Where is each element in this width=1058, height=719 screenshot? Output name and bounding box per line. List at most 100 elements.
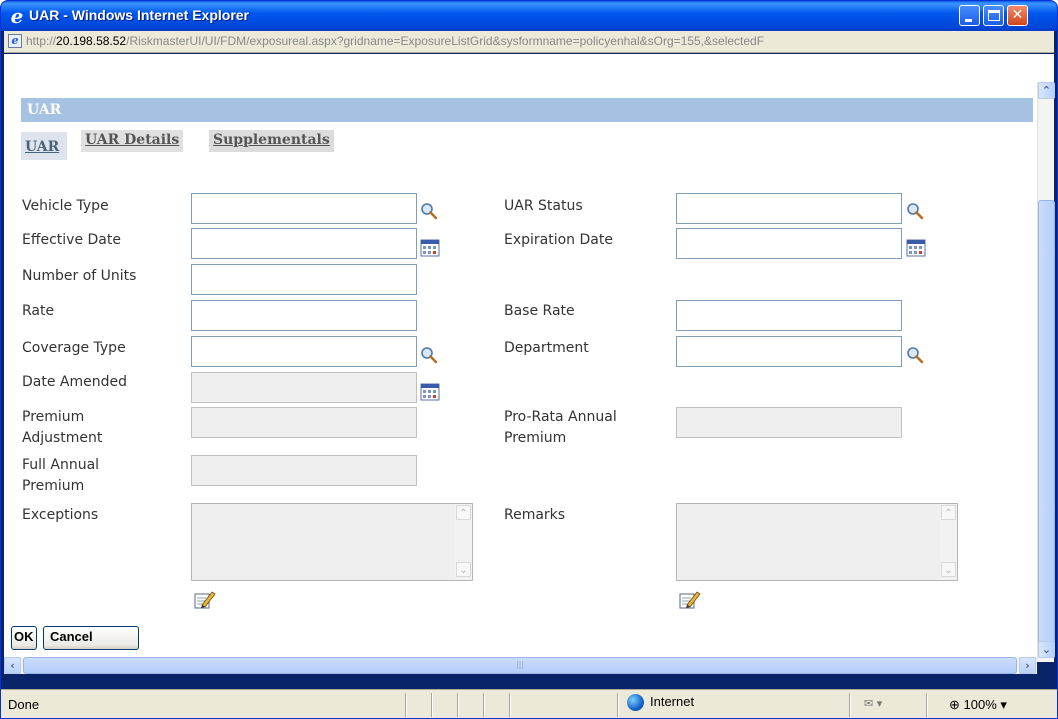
uar-status-label: UAR Status <box>504 198 583 214</box>
tab-uar[interactable]: UAR <box>21 132 67 160</box>
coverage-type-input[interactable] <box>191 336 417 367</box>
uar-status-search-icon[interactable] <box>906 202 924 220</box>
page-icon: e <box>8 34 22 48</box>
rate-input[interactable] <box>191 300 417 331</box>
minimize-icon <box>965 19 972 22</box>
window-title: UAR - Windows Internet Explorer <box>29 7 250 23</box>
remarks-edit-icon[interactable] <box>679 589 701 609</box>
ok-button[interactable]: OK <box>11 626 37 650</box>
url-path: /RiskmasterUI/UI/FDM/exposureal.aspx?gri… <box>126 34 765 48</box>
scroll-down-icon[interactable]: ⌄ <box>1038 641 1055 658</box>
zoom-control[interactable]: ⊕ 100% ▾ <box>949 697 1007 713</box>
status-separator <box>431 693 432 717</box>
remarks-scroll-up-icon[interactable]: ⌃ <box>941 505 956 520</box>
remarks-scrollbar[interactable]: ⌃ ⌄ <box>940 504 957 580</box>
globe-icon <box>627 694 644 712</box>
date-amended-calendar-icon[interactable] <box>420 383 440 401</box>
full-annual-premium-label: Full Annual Premium <box>22 457 99 495</box>
tab-uar-details[interactable]: UAR Details <box>81 130 184 152</box>
department-search-icon[interactable] <box>906 346 924 364</box>
address-bar[interactable]: e http://20.198.58.52/RiskmasterUI/UI/FD… <box>4 31 1054 53</box>
title-bar[interactable]: e UAR - Windows Internet Explorer ✕ <box>1 1 1057 31</box>
rate-label: Rate <box>22 303 55 319</box>
vehicle-type-input[interactable] <box>191 193 417 224</box>
remarks-scroll-down-icon[interactable]: ⌄ <box>941 562 956 577</box>
department-input[interactable] <box>676 336 902 367</box>
vertical-scroll-thumb[interactable] <box>1038 200 1055 656</box>
base-rate-input[interactable] <box>676 300 902 331</box>
close-icon: ✕ <box>1011 7 1024 23</box>
exceptions-scrollbar[interactable]: ⌃ ⌄ <box>455 504 472 580</box>
status-separator <box>617 693 618 717</box>
date-amended-label: Date Amended <box>22 374 127 390</box>
status-separator <box>509 693 510 717</box>
effective-date-input[interactable] <box>191 228 417 259</box>
expiration-date-input[interactable] <box>676 228 902 259</box>
exceptions-scroll-down-icon[interactable]: ⌄ <box>456 562 471 577</box>
minimize-button[interactable] <box>959 5 980 26</box>
pro-rata-annual-premium-label: Pro-Rata Annual Premium <box>504 409 617 447</box>
base-rate-label: Base Rate <box>504 303 575 319</box>
premium-adjustment-label-line2: Adjustment <box>22 430 103 446</box>
coverage-type-label: Coverage Type <box>22 340 126 356</box>
status-bar: Done Internet ✉ ▾ ⊕ 100% ▾ <box>1 689 1057 718</box>
status-separator <box>926 693 927 717</box>
number-of-units-label: Number of Units <box>22 268 137 284</box>
status-text: Done <box>8 697 40 712</box>
ie-logo-icon: e <box>10 4 24 28</box>
url-host: 20.198.58.52 <box>56 34 127 48</box>
maximize-button[interactable] <box>983 5 1004 26</box>
maximize-icon <box>988 10 1000 21</box>
browser-window: e UAR - Windows Internet Explorer ✕ e ht… <box>0 0 1058 719</box>
expiration-date-label: Expiration Date <box>504 232 613 248</box>
coverage-type-search-icon[interactable] <box>420 346 438 364</box>
status-separator <box>849 693 850 717</box>
remarks-textarea[interactable]: ⌃ ⌄ <box>676 503 958 581</box>
full-annual-premium-input <box>191 455 417 486</box>
zone-label: Internet <box>650 694 695 709</box>
scroll-up-icon[interactable]: ⌃ <box>1038 82 1055 99</box>
effective-date-label: Effective Date <box>22 232 121 248</box>
page-content: UAR UAR UAR Details Supplementals Vehicl… <box>4 54 1055 674</box>
scroll-right-icon[interactable]: › <box>1019 657 1036 674</box>
status-separator <box>405 693 406 717</box>
cancel-button[interactable]: Cancel <box>43 626 139 650</box>
date-amended-input <box>191 372 417 403</box>
vehicle-type-search-icon[interactable] <box>420 202 438 220</box>
number-of-units-input[interactable] <box>191 264 417 295</box>
section-header: UAR <box>21 98 1033 122</box>
url-prefix: http:// <box>26 34 57 48</box>
full-annual-premium-label-line2: Premium <box>22 478 85 494</box>
premium-adjustment-label-line1: Premium <box>22 409 85 425</box>
effective-date-calendar-icon[interactable] <box>420 239 440 257</box>
expiration-date-calendar-icon[interactable] <box>906 239 926 257</box>
protected-mode-icon[interactable]: ✉ ▾ <box>864 697 882 710</box>
remarks-label: Remarks <box>504 507 566 523</box>
premium-adjustment-input <box>191 407 417 438</box>
horizontal-scroll-thumb[interactable]: ||| <box>23 657 1017 674</box>
status-separator <box>483 693 484 717</box>
zoom-dropdown-icon[interactable]: ▾ <box>1000 697 1007 712</box>
status-separator <box>457 693 458 717</box>
pro-rata-annual-premium-input <box>676 407 902 438</box>
pro-rata-label-line2: Premium <box>504 430 567 446</box>
zoom-level: 100% <box>963 697 997 712</box>
full-annual-premium-label-line1: Full Annual <box>22 457 100 473</box>
zoom-icon: ⊕ <box>949 697 964 712</box>
department-label: Department <box>504 340 589 356</box>
close-button[interactable]: ✕ <box>1007 5 1028 26</box>
premium-adjustment-label: Premium Adjustment <box>22 409 102 447</box>
vehicle-type-label: Vehicle Type <box>22 198 109 214</box>
pro-rata-label-line1: Pro-Rata Annual <box>504 409 617 425</box>
tab-supplementals[interactable]: Supplementals <box>209 130 334 152</box>
vertical-scrollbar[interactable]: ⌃ ⌄ <box>1037 82 1055 662</box>
exceptions-edit-icon[interactable] <box>194 589 216 609</box>
scroll-left-icon[interactable]: ‹ <box>4 657 21 674</box>
exceptions-textarea[interactable]: ⌃ ⌄ <box>191 503 473 581</box>
exceptions-label: Exceptions <box>22 507 99 523</box>
horizontal-scrollbar[interactable]: ‹ ||| › <box>4 657 1037 674</box>
uar-status-input[interactable] <box>676 193 902 224</box>
security-zone[interactable]: Internet <box>627 694 694 716</box>
address-url[interactable]: http://20.198.58.52/RiskmasterUI/UI/FDM/… <box>26 34 764 48</box>
exceptions-scroll-up-icon[interactable]: ⌃ <box>456 505 471 520</box>
